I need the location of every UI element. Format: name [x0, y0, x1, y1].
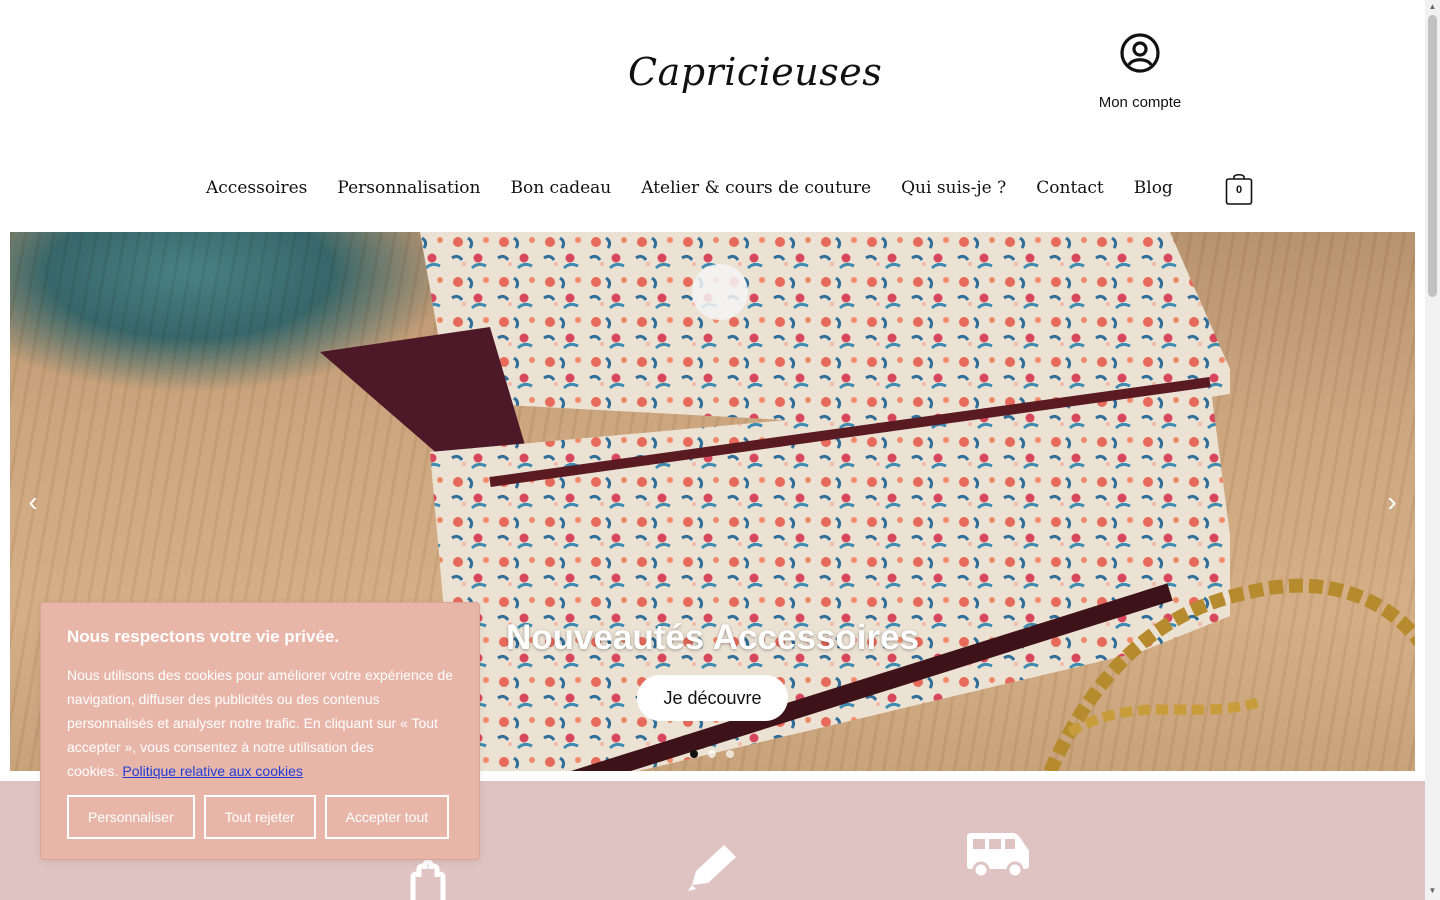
site-logo[interactable]: Capricieuses	[628, 50, 882, 94]
slider-dot[interactable]	[726, 750, 734, 758]
customize-button[interactable]: Personnaliser	[67, 795, 195, 839]
scrollbar-thumb[interactable]	[1428, 15, 1437, 297]
user-circle-icon	[1120, 33, 1160, 73]
scroll-down-icon[interactable]: ▼	[1428, 886, 1437, 896]
nav-item-bon-cadeau[interactable]: Bon cadeau	[510, 178, 611, 198]
nav-item-personnalisation[interactable]: Personnalisation	[337, 178, 480, 198]
cookie-actions: Personnaliser Tout rejeter Accepter tout	[67, 795, 450, 839]
nav-item-accessoires[interactable]: Accessoires	[206, 178, 307, 198]
discover-button[interactable]: Je découvre	[637, 675, 788, 721]
hand-icon	[410, 859, 446, 900]
account-link[interactable]: Mon compte	[1090, 32, 1190, 111]
nav-item-qui-suis-je[interactable]: Qui suis-je ?	[901, 178, 1006, 198]
pencil-icon	[688, 845, 736, 891]
site-header: Capricieuses Mon compte Accessoires Pers…	[0, 0, 1425, 232]
nav-item-blog[interactable]: Blog	[1134, 178, 1173, 198]
slider-dot[interactable]	[690, 750, 698, 758]
cookie-policy-link[interactable]: Politique relative aux cookies	[122, 763, 303, 779]
slider-next-button[interactable]: ›	[1377, 487, 1407, 517]
delivery-van-icon	[967, 833, 1029, 879]
cart-button[interactable]: 0	[1225, 172, 1253, 206]
chevron-right-icon: ›	[1387, 486, 1397, 517]
nav-item-contact[interactable]: Contact	[1036, 178, 1104, 198]
slider-prev-button[interactable]: ‹	[18, 487, 48, 517]
cookie-title: Nous respectons votre vie privée.	[67, 627, 340, 646]
accept-all-button[interactable]: Accepter tout	[324, 795, 450, 839]
reject-all-button[interactable]: Tout rejeter	[203, 795, 316, 839]
main-nav: Accessoires Personnalisation Bon cadeau …	[206, 178, 1203, 198]
cart-count: 0	[1235, 184, 1243, 196]
cookie-consent-banner: Nous respectons votre vie privée. Nous u…	[40, 602, 480, 860]
nav-item-atelier[interactable]: Atelier & cours de couture	[641, 178, 871, 198]
slider-dot[interactable]	[708, 750, 716, 758]
cookie-description: Nous utilisons des cookies pour améliore…	[67, 663, 453, 783]
chevron-left-icon: ‹	[28, 486, 38, 517]
account-label: Mon compte	[1098, 94, 1182, 111]
scroll-up-icon[interactable]: ▲	[1428, 2, 1437, 12]
page-scrollbar[interactable]: ▲ ▼	[1425, 0, 1440, 900]
slider-pagination	[690, 750, 734, 758]
